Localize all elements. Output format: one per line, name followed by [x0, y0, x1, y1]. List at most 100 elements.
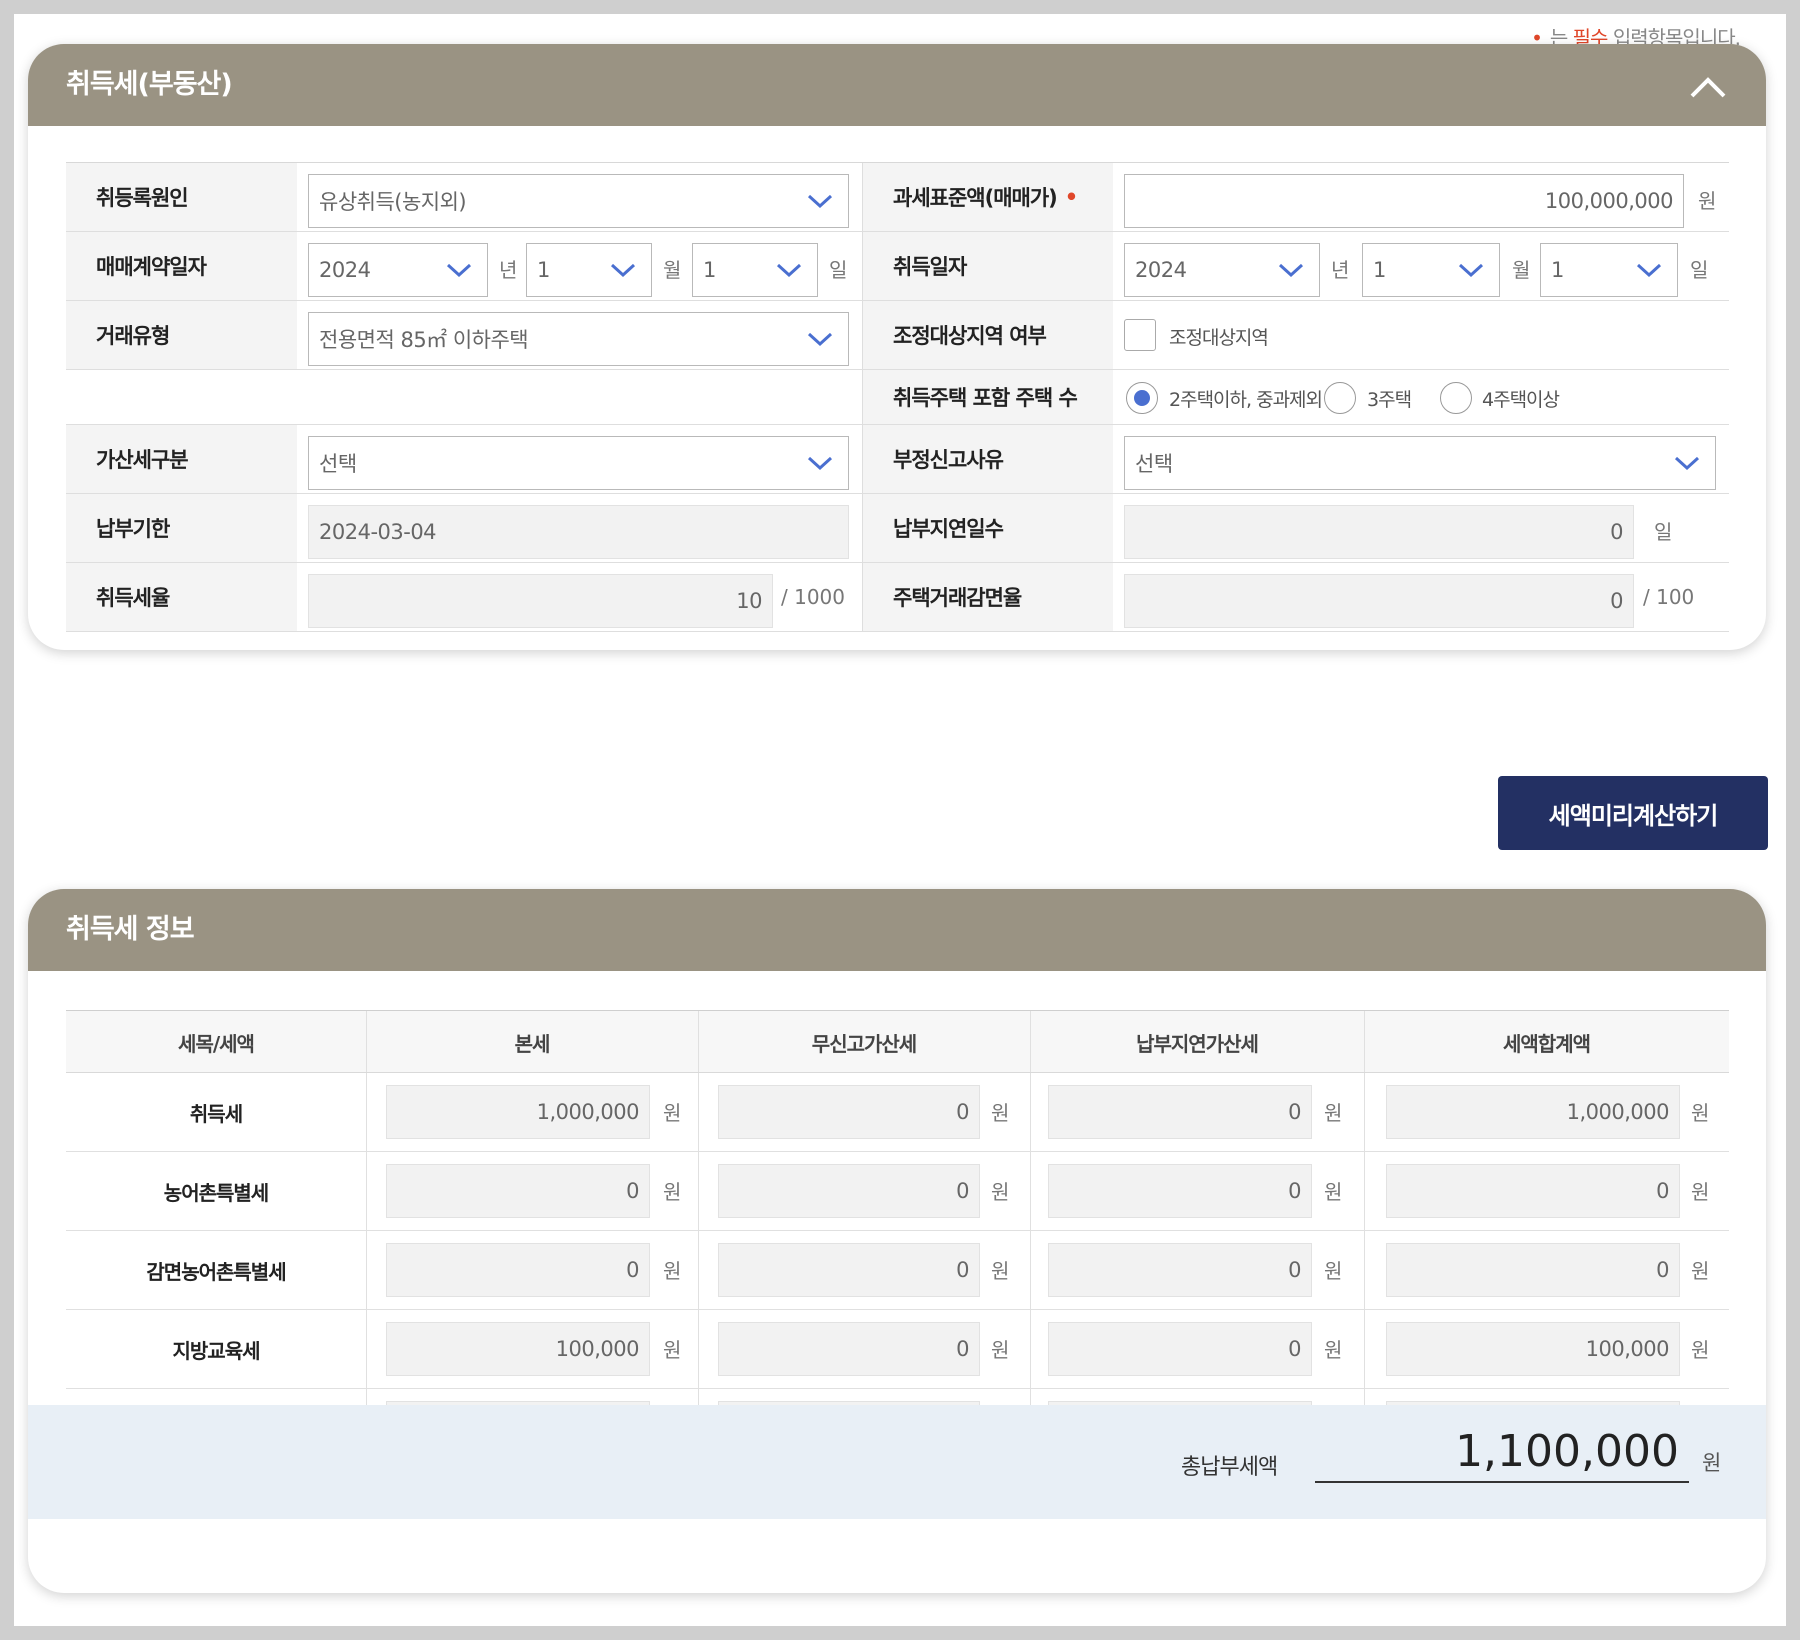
total-label: 총납부세액	[1181, 1455, 1278, 1480]
house-count-radio-2[interactable]	[1324, 382, 1356, 414]
contract-date-label: 매매계약일자	[66, 232, 297, 300]
table-row: 취득세 1,000,000 원 0 원 0 원 1,000,000 원	[66, 1073, 1729, 1152]
table-row: 감면농어촌특별세 0 원 0 원 0 원 0 원	[66, 1231, 1729, 1310]
contract-day-select[interactable]: 1	[692, 243, 818, 297]
form-section-header[interactable]: 취득세(부동산)	[28, 44, 1766, 126]
page: • 는 필수 입력항목입니다. 취득세(부동산) 취등록원인 유상취득(농지외) …	[14, 14, 1786, 1626]
acq-day-select[interactable]: 1	[1540, 243, 1678, 297]
chevron-down-icon	[1458, 263, 1484, 278]
deal-type-select[interactable]: 전용면적 85㎡ 이하주택	[308, 312, 849, 366]
form-row: 매매계약일자 2024 년 1 월 1 일 취득일자 2024 년 1 월 1	[66, 232, 1729, 301]
result-section-header: 취득세 정보	[28, 889, 1766, 971]
tax-base-unit: 원	[1698, 189, 1717, 213]
column-header: 납부지연가산세	[1136, 1031, 1259, 1056]
table-row: 지방교육세 100,000 원 0 원 0 원 100,000 원	[66, 1310, 1729, 1389]
acquisition-tax-form-card: 취득세(부동산) 취등록원인 유상취득(농지외) 과세표준액(매매가) • 100…	[28, 44, 1766, 650]
form-row: 거래유형 전용면적 85㎡ 이하주택 조정대상지역 여부 조정대상지역	[66, 301, 1729, 370]
form-row: 취득세율 10 / 1000 주택거래감면율 0 / 100	[66, 563, 1729, 632]
house-count-option-2: 3주택	[1367, 389, 1412, 411]
amount-field: 1,000,000	[1386, 1085, 1680, 1139]
won-unit: 원	[663, 1101, 682, 1125]
chevron-down-icon	[1636, 263, 1662, 278]
row-label: 취득세	[189, 1101, 243, 1126]
penalty-type-select[interactable]: 선택	[308, 436, 849, 490]
total-value: 1,100,000	[1315, 1427, 1689, 1483]
won-unit: 원	[991, 1101, 1010, 1125]
amount-field: 0	[718, 1322, 980, 1376]
improper-reason-select[interactable]: 선택	[1124, 436, 1716, 490]
acq-year-select[interactable]: 2024	[1124, 243, 1320, 297]
acq-date-label: 취득일자	[863, 232, 1113, 300]
row-label: 감면농어촌특별세	[146, 1259, 286, 1284]
chevron-down-icon	[807, 456, 833, 471]
won-unit: 원	[991, 1338, 1010, 1362]
row-label: 지방교육세	[172, 1338, 261, 1363]
amount-field: 100,000	[386, 1322, 650, 1376]
amount-field: 0	[1386, 1243, 1680, 1297]
chevron-down-icon	[776, 263, 802, 278]
column-header: 본세	[514, 1031, 551, 1056]
cause-label: 취등록원인	[66, 163, 297, 231]
month-unit: 월	[663, 258, 682, 282]
chevron-down-icon	[1674, 456, 1700, 471]
reduction-rate-field: 0	[1124, 574, 1634, 628]
chevron-down-icon	[446, 263, 472, 278]
house-count-option-1: 2주택이하, 중과제외	[1169, 389, 1323, 411]
chevron-down-icon	[1278, 263, 1304, 278]
adjust-area-checkbox[interactable]	[1124, 319, 1156, 351]
delay-days-label: 납부지연일수	[863, 494, 1113, 562]
row-label: 농어촌특별세	[163, 1180, 269, 1205]
year-unit: 년	[1331, 258, 1350, 282]
amount-field: 0	[1048, 1243, 1312, 1297]
deal-type-label: 거래유형	[66, 301, 297, 369]
amount-field: 0	[1048, 1322, 1312, 1376]
month-unit: 월	[1512, 258, 1531, 282]
amount-field: 0	[386, 1164, 650, 1218]
total-unit: 원	[1702, 1451, 1722, 1475]
won-unit: 원	[663, 1338, 682, 1362]
form-section-title: 취득세(부동산)	[66, 69, 233, 100]
form-grid: 취등록원인 유상취득(농지외) 과세표준액(매매가) • 100,000,000 …	[66, 162, 1729, 632]
amount-field: 1,000,000	[386, 1085, 650, 1139]
form-row: 취등록원인 유상취득(농지외) 과세표준액(매매가) • 100,000,000 …	[66, 163, 1729, 232]
tax-info-card: 취득세 정보 세목/세액 본세 무신고가산세 납부지연가산세 세액합계액 취득세…	[28, 889, 1766, 1593]
total-payment-bar: 총납부세액 1,100,000 원	[28, 1405, 1766, 1519]
won-unit: 원	[1691, 1259, 1710, 1283]
chevron-up-icon[interactable]	[1688, 68, 1728, 108]
contract-month-select[interactable]: 1	[526, 243, 652, 297]
adjust-area-label: 조정대상지역 여부	[863, 301, 1113, 369]
reduction-rate-label: 주택거래감면율	[863, 563, 1113, 631]
won-unit: 원	[663, 1180, 682, 1204]
amount-field: 0	[718, 1243, 980, 1297]
chevron-down-icon	[610, 263, 636, 278]
calculate-tax-button[interactable]: 세액미리계산하기	[1498, 776, 1768, 850]
day-unit: 일	[1690, 258, 1709, 282]
amount-field: 100,000	[1386, 1322, 1680, 1376]
house-count-radio-3[interactable]	[1440, 382, 1472, 414]
cause-select[interactable]: 유상취득(농지외)	[308, 174, 849, 228]
house-count-radio-1[interactable]	[1126, 382, 1158, 414]
won-unit: 원	[991, 1259, 1010, 1283]
adjust-area-option-label: 조정대상지역	[1169, 327, 1269, 349]
amount-field: 0	[386, 1243, 650, 1297]
amount-field: 0	[1048, 1164, 1312, 1218]
tax-rate-label: 취득세율	[66, 563, 297, 631]
column-header: 세액합계액	[1503, 1031, 1591, 1056]
column-header: 무신고가산세	[811, 1031, 917, 1056]
amount-field: 0	[1048, 1085, 1312, 1139]
tax-base-input[interactable]: 100,000,000	[1124, 174, 1684, 228]
contract-year-select[interactable]: 2024	[308, 243, 488, 297]
won-unit: 원	[1691, 1101, 1710, 1125]
won-unit: 원	[1691, 1180, 1710, 1204]
acq-month-select[interactable]: 1	[1362, 243, 1500, 297]
won-unit: 원	[1691, 1338, 1710, 1362]
column-header: 세목/세액	[178, 1031, 255, 1056]
won-unit: 원	[991, 1180, 1010, 1204]
form-row: 납부기한 2024-03-04 납부지연일수 0 일	[66, 494, 1729, 563]
required-mark: •	[1064, 185, 1078, 209]
form-row: 취득주택 포함 주택 수 2주택이하, 중과제외 3주택 4주택이상	[66, 370, 1729, 425]
delay-days-field: 0	[1124, 505, 1634, 559]
amount-field: 0	[718, 1164, 980, 1218]
reduction-rate-unit: / 100	[1643, 585, 1695, 609]
house-count-option-3: 4주택이상	[1482, 389, 1560, 411]
